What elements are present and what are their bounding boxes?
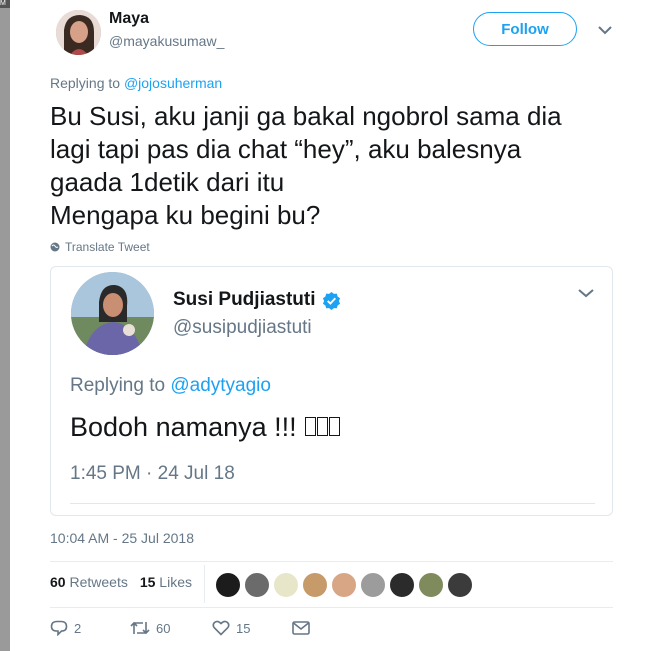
liker-avatar[interactable]	[273, 572, 299, 598]
like-button[interactable]: 15	[212, 620, 292, 636]
divider	[50, 561, 613, 562]
author-name[interactable]: Maya	[109, 10, 149, 28]
liker-avatars	[215, 572, 473, 598]
author-handle[interactable]: @mayakusumaw_	[109, 33, 224, 49]
envelope-icon	[292, 621, 310, 635]
retweet-count: 60	[156, 620, 171, 636]
direct-message-button[interactable]	[292, 621, 310, 635]
liker-avatar[interactable]	[389, 572, 415, 598]
verified-badge-icon	[322, 291, 340, 310]
like-count: 15	[236, 620, 251, 636]
tweet-stats: 60 Retweets 15 Likes	[50, 574, 192, 590]
quoted-replying-to-link[interactable]: @adytyagio	[170, 375, 271, 396]
quoted-divider	[70, 503, 595, 504]
tweet-text: Bu Susi, aku janji ga bakal ngobrol sama…	[50, 101, 562, 230]
likes-label: Likes	[159, 574, 192, 590]
author-avatar[interactable]	[56, 10, 101, 55]
stats-separator	[204, 565, 205, 603]
quoted-tweet[interactable]: Susi Pudjiastuti @susipudjiastuti Replyi…	[50, 266, 613, 516]
chevron-down-icon[interactable]	[577, 287, 595, 299]
replying-to-link[interactable]: @jojosuherman	[124, 75, 222, 91]
quoted-tweet-text-row: Bodoh namanya !!!	[70, 412, 341, 443]
heart-icon	[212, 620, 230, 636]
retweet-icon	[130, 621, 150, 635]
reply-icon	[50, 620, 68, 636]
retweets-label: Retweets	[69, 574, 128, 590]
browser-edge-label: M	[0, 0, 10, 8]
liker-avatar[interactable]	[331, 572, 357, 598]
likes-stat[interactable]: 15 Likes	[140, 574, 192, 590]
quoted-tweet-time: 1:45 PM · 24 Jul 18	[70, 463, 235, 484]
liker-avatar[interactable]	[447, 572, 473, 598]
quoted-author-avatar[interactable]	[71, 272, 154, 355]
tweet-card: Maya @mayakusumaw_ Follow Replying to @j…	[10, 0, 650, 651]
tweet-actions: 2 60 15	[50, 620, 310, 636]
liker-avatar[interactable]	[418, 572, 444, 598]
liker-avatar[interactable]	[302, 572, 328, 598]
quoted-replying-to: Replying to @adytyagio	[70, 375, 271, 397]
replying-prefix: Replying to	[50, 75, 121, 91]
likes-count: 15	[139, 574, 156, 590]
quoted-tweet-text: Bodoh namanya !!!	[70, 412, 297, 442]
unrendered-emoji-icon	[304, 412, 341, 443]
browser-window-edge: M	[0, 0, 10, 651]
quoted-author-handle[interactable]: @susipudjiastuti	[173, 317, 312, 339]
quoted-replying-prefix: Replying to	[70, 375, 166, 396]
follow-button[interactable]: Follow	[473, 12, 577, 46]
translate-label: Translate Tweet	[65, 240, 150, 254]
globe-icon	[50, 242, 60, 252]
divider	[50, 607, 613, 608]
quoted-author-name-row: Susi Pudjiastuti	[173, 289, 341, 311]
liker-avatar[interactable]	[215, 572, 241, 598]
liker-avatar[interactable]	[244, 572, 270, 598]
retweet-button[interactable]: 60	[130, 620, 212, 636]
liker-avatar[interactable]	[360, 572, 386, 598]
quoted-author-name[interactable]: Susi Pudjiastuti	[173, 289, 316, 311]
reply-count: 2	[74, 620, 82, 636]
chevron-down-icon[interactable]	[596, 24, 614, 36]
translate-tweet-link[interactable]: Translate Tweet	[50, 240, 150, 254]
reply-button[interactable]: 2	[50, 620, 130, 636]
retweets-stat[interactable]: 60 Retweets	[50, 574, 128, 590]
tweet-timestamp[interactable]: 10:04 AM - 25 Jul 2018	[50, 530, 194, 546]
retweets-count: 60	[50, 574, 66, 590]
replying-to: Replying to @jojosuherman	[50, 75, 222, 91]
